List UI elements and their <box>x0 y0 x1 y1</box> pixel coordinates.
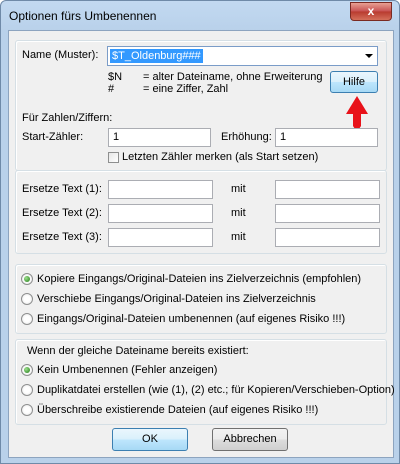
cancel-button[interactable]: Abbrechen <box>212 428 288 451</box>
mode-radio-copy[interactable] <box>21 273 33 285</box>
increment-label: Erhöhung: <box>221 131 272 143</box>
name-group: Name (Muster): $T_Oldenburg### $N = alte… <box>15 40 387 171</box>
numbers-heading: Für Zahlen/Ziffern: <box>22 112 113 124</box>
exists-group: Wenn der gleiche Dateiname bereits exist… <box>15 339 395 425</box>
hint-n-text: = alter Dateiname, ohne Erweiterung <box>143 71 323 83</box>
mode-radio-move[interactable] <box>21 293 33 305</box>
hint-hash-key: # <box>108 83 115 95</box>
close-icon: x <box>367 4 375 18</box>
replace-with-label-2: mit <box>231 207 246 219</box>
replace-group: Ersetze Text (1): mit Ersetze Text (2): … <box>15 170 387 254</box>
replace-with-label-1: mit <box>231 183 246 195</box>
mode-label-move: Verschiebe Eingangs/Original-Dateien ins… <box>37 293 316 305</box>
replace-with-input-3[interactable] <box>275 228 380 247</box>
replace-input-3[interactable] <box>108 228 213 247</box>
remember-counter-checkbox[interactable] <box>108 152 119 163</box>
dialog-body: Name (Muster): $T_Oldenburg### $N = alte… <box>8 30 395 458</box>
replace-label-1: Ersetze Text (1): <box>22 183 102 195</box>
mode-label-rename: Eingangs/Original-Dateien umbenennen (au… <box>37 313 346 325</box>
exists-label-duplicate: Duplikatdatei erstellen (wie (1), (2) et… <box>37 384 395 396</box>
close-button[interactable]: x <box>350 2 392 21</box>
start-counter-label: Start-Zähler: <box>22 131 84 143</box>
replace-input-1[interactable] <box>108 180 213 199</box>
start-counter-input[interactable]: 1 <box>108 128 211 147</box>
replace-with-label-3: mit <box>231 231 246 243</box>
replace-label-2: Ersetze Text (2): <box>22 207 102 219</box>
name-pattern-combobox[interactable]: $T_Oldenburg### <box>107 46 378 66</box>
dialog-window: Optionen fürs Umbenennen x Name (Muster)… <box>0 0 400 464</box>
remember-counter-label: Letzten Zähler merken (als Start setzen) <box>122 151 319 163</box>
mode-group: Kopiere Eingangs/Original-Dateien ins Zi… <box>15 264 387 334</box>
increment-input[interactable]: 1 <box>275 128 378 147</box>
replace-with-input-2[interactable] <box>275 204 380 223</box>
exists-radio-duplicate[interactable] <box>21 384 33 396</box>
red-arrow-icon <box>346 96 368 132</box>
exists-heading: Wenn der gleiche Dateiname bereits exist… <box>27 345 249 357</box>
name-label: Name (Muster): <box>22 49 99 61</box>
replace-label-3: Ersetze Text (3): <box>22 231 102 243</box>
replace-input-2[interactable] <box>108 204 213 223</box>
exists-label-error: Kein Umbenennen (Fehler anzeigen) <box>37 364 218 376</box>
chevron-down-icon[interactable] <box>365 54 373 58</box>
replace-with-input-1[interactable] <box>275 180 380 199</box>
help-button[interactable]: Hilfe <box>330 71 378 93</box>
mode-label-copy: Kopiere Eingangs/Original-Dateien ins Zi… <box>37 273 362 285</box>
exists-radio-overwrite[interactable] <box>21 404 33 416</box>
hint-hash-text: = eine Ziffer, Zahl <box>143 83 229 95</box>
title-bar[interactable]: Optionen fürs Umbenennen x <box>1 1 399 29</box>
name-pattern-value: $T_Oldenburg### <box>110 49 203 63</box>
exists-label-overwrite: Überschreibe existierende Dateien (auf e… <box>37 404 319 416</box>
ok-button[interactable]: OK <box>112 428 188 451</box>
mode-radio-rename[interactable] <box>21 313 33 325</box>
hint-n-key: $N <box>108 71 123 83</box>
exists-radio-error[interactable] <box>21 364 33 376</box>
window-title: Optionen fürs Umbenennen <box>9 9 157 23</box>
